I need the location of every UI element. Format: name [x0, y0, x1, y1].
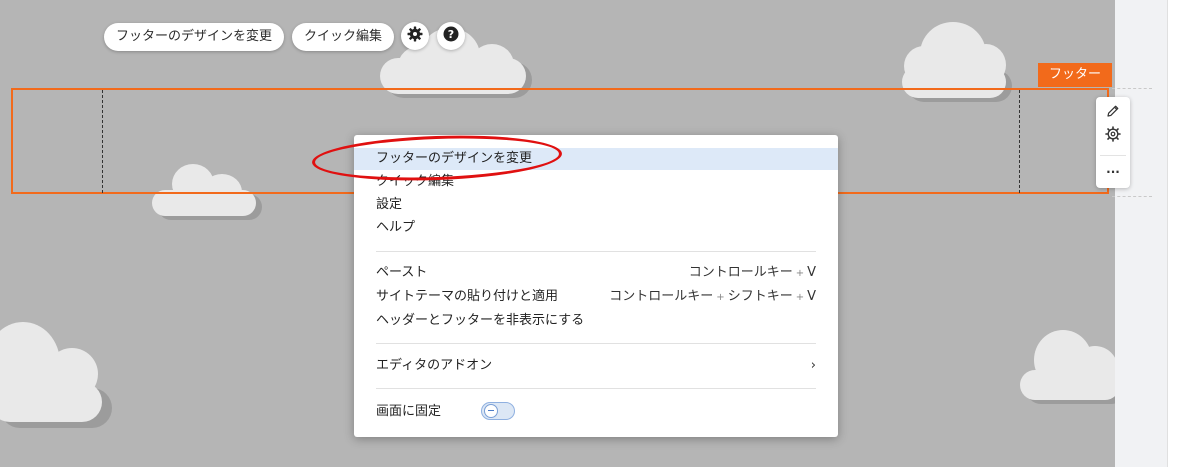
- menu-item-label: 設定: [376, 197, 403, 212]
- menu-item-hide-header-footer[interactable]: ヘッダーとフッターを非表示にする: [354, 310, 838, 332]
- menu-item-shortcut: コントロールキー + V: [688, 265, 816, 280]
- right-panel: [1115, 0, 1200, 467]
- question-icon: ?: [443, 26, 459, 46]
- menu-item-label: ヘルプ: [376, 220, 416, 235]
- footer-side-toolbar: ···: [1096, 97, 1130, 188]
- gear-icon: [407, 26, 423, 46]
- toggle-knob: [484, 404, 498, 418]
- change-footer-design-button[interactable]: フッターのデザインを変更: [104, 23, 285, 51]
- menu-item-pin-to-screen[interactable]: 画面に固定: [354, 401, 838, 423]
- menu-item-label: ペースト: [376, 265, 428, 280]
- chevron-right-icon: ›: [810, 358, 816, 373]
- footer-guide-right: [1019, 90, 1020, 193]
- menu-item-paste[interactable]: ペースト コントロールキー + V: [354, 262, 838, 284]
- settings-button[interactable]: [401, 22, 429, 50]
- footer-label-tag[interactable]: フッター: [1038, 63, 1112, 87]
- help-button[interactable]: ?: [437, 22, 465, 50]
- context-menu: フッターのデザインを変更 クイック編集 設定 ヘルプ ペースト コントロールキー…: [354, 135, 838, 437]
- side-toolbar-divider: [1100, 155, 1126, 156]
- menu-item-label: エディタのアドオン: [376, 358, 493, 373]
- section-settings-button[interactable]: [1096, 123, 1130, 149]
- menu-item-label: ヘッダーとフッターを非表示にする: [376, 313, 585, 328]
- menu-item-help[interactable]: ヘルプ: [354, 217, 838, 239]
- right-panel-strip: [1115, 0, 1168, 467]
- pencil-icon: [1106, 103, 1120, 122]
- gear-outline-icon: [1105, 126, 1121, 146]
- svg-text:?: ?: [448, 28, 454, 41]
- menu-item-settings[interactable]: 設定: [354, 194, 838, 216]
- menu-item-label: 画面に固定: [376, 404, 442, 419]
- menu-item-editor-addons[interactable]: エディタのアドオン ›: [354, 355, 838, 377]
- footer-extension-bottom: [1112, 196, 1152, 197]
- footer-guide-left: [102, 90, 103, 193]
- footer-extension-top: [1112, 88, 1152, 89]
- cloud-decoration: [1020, 326, 1115, 406]
- more-icon: ···: [1106, 165, 1120, 179]
- menu-divider: [376, 251, 816, 252]
- menu-item-label: サイトテーマの貼り付けと適用: [376, 289, 559, 304]
- menu-item-quick-edit[interactable]: クイック編集: [354, 171, 838, 193]
- edit-button[interactable]: [1096, 99, 1130, 125]
- cloud-decoration: [0, 318, 112, 428]
- menu-item-paste-apply-site-theme[interactable]: サイトテーマの貼り付けと適用 コントロールキー + シフトキー + V: [354, 286, 838, 308]
- menu-divider: [376, 343, 816, 344]
- menu-item-label: クイック編集: [376, 174, 455, 189]
- menu-divider: [376, 388, 816, 389]
- menu-item-shortcut: コントロールキー + シフトキー + V: [609, 289, 816, 304]
- pin-toggle[interactable]: [481, 402, 515, 420]
- more-options-button[interactable]: ···: [1096, 159, 1130, 185]
- menu-item-label: フッターのデザインを変更: [376, 151, 533, 166]
- quick-edit-button[interactable]: クイック編集: [292, 23, 395, 51]
- menu-item-change-footer-design[interactable]: フッターのデザインを変更: [354, 148, 838, 170]
